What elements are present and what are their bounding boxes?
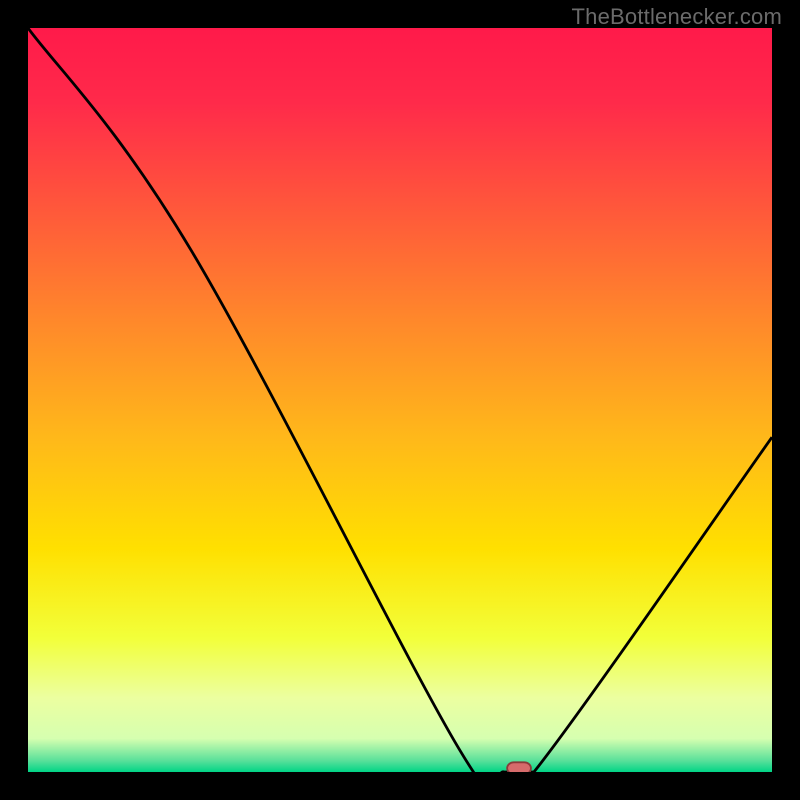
optimal-marker — [507, 762, 531, 772]
gradient-background — [28, 28, 772, 772]
watermark-text: TheBottlenecker.com — [572, 4, 782, 30]
chart-frame: { "watermark": "TheBottlenecker.com", "c… — [0, 0, 800, 800]
bottleneck-chart — [28, 28, 772, 772]
